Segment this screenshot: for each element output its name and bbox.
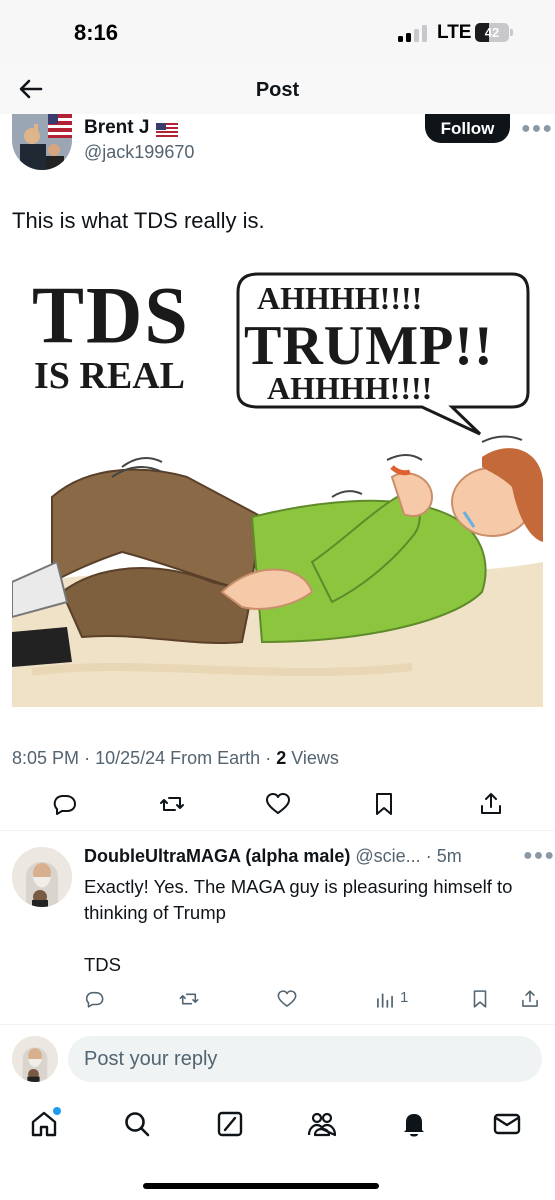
home-icon[interactable]	[28, 1107, 61, 1140]
like-icon[interactable]	[276, 987, 300, 1011]
reply-author-handle[interactable]: @scie...	[355, 846, 420, 866]
reply-views-count: 1	[400, 989, 409, 1006]
tweet-action-bar	[0, 782, 555, 828]
battery-level: 42	[484, 25, 500, 40]
more-icon[interactable]: ●●●	[521, 120, 553, 138]
tweet-time: 8:05 PM	[12, 748, 80, 768]
author-name-text: Brent J	[84, 117, 150, 138]
us-flag-icon	[156, 121, 179, 137]
author-handle[interactable]: @jack199670	[84, 142, 194, 163]
reply-author-name[interactable]: DoubleUltraMAGA (alpha male)	[84, 846, 350, 866]
retweet-icon[interactable]	[158, 790, 186, 818]
more-icon[interactable]: ●●●	[523, 847, 555, 865]
reply-time[interactable]: 5m	[437, 846, 462, 866]
reply-icon[interactable]	[83, 987, 107, 1011]
tweet-source: From Earth	[170, 748, 261, 768]
meta-separator: ·	[84, 748, 96, 768]
battery-icon: 42	[475, 23, 509, 42]
views-count[interactable]: 2	[276, 748, 286, 768]
meta-separator: ·	[265, 748, 277, 768]
views-label: Views	[291, 748, 339, 768]
signal-icon	[398, 24, 432, 42]
meme-bubble-line3: AHHHH!!!!	[267, 370, 433, 406]
reply-avatar[interactable]	[12, 847, 72, 907]
battery-cap	[510, 29, 513, 36]
author-avatar[interactable]	[12, 114, 72, 170]
reply-input[interactable]	[68, 1036, 542, 1082]
status-time: 8:16	[74, 20, 119, 45]
share-icon[interactable]	[477, 790, 505, 818]
views-icon[interactable]	[374, 987, 398, 1011]
page-title: Post	[255, 79, 300, 101]
network-label: LTE	[437, 22, 472, 43]
bookmark-icon[interactable]	[370, 790, 398, 818]
post-header: Post	[0, 62, 555, 114]
grok-icon[interactable]	[214, 1108, 246, 1140]
notification-dot	[53, 1107, 61, 1115]
follow-button[interactable]: Follow	[425, 114, 510, 143]
divider	[0, 1024, 555, 1025]
reply-separator: ·	[425, 846, 437, 866]
meme-bubble-line2: TRUMP!!	[244, 315, 494, 377]
search-icon[interactable]	[121, 1108, 153, 1140]
tweet-date: 10/25/24	[95, 748, 166, 768]
meme-tds-text: TDS	[32, 268, 190, 361]
compose-avatar[interactable]	[12, 1036, 58, 1082]
divider	[0, 830, 555, 831]
reply-action-bar: 1	[0, 984, 555, 1014]
reply-header: DoubleUltraMAGA (alpha male) @scie... · …	[84, 846, 514, 867]
messages-icon[interactable]	[491, 1108, 523, 1140]
like-icon[interactable]	[264, 790, 292, 818]
bookmark-icon[interactable]	[469, 987, 493, 1011]
tweet-text: This is what TDS really is.	[12, 208, 265, 233]
notifications-icon[interactable]	[398, 1108, 430, 1140]
share-icon[interactable]	[519, 987, 543, 1011]
status-bar: 8:16 LTE 42	[0, 0, 555, 62]
reply-text: Exactly! Yes. The MAGA guy is pleasuring…	[84, 876, 513, 975]
meme-bubble-line1: AHHHH!!!!	[257, 280, 423, 316]
communities-icon[interactable]	[306, 1108, 338, 1140]
retweet-icon[interactable]	[178, 987, 202, 1011]
author-name[interactable]: Brent J	[84, 117, 179, 139]
home-indicator	[143, 1183, 379, 1189]
meme-isreal-text: IS REAL	[34, 355, 185, 397]
reply-icon[interactable]	[50, 790, 78, 818]
tweet-image[interactable]: TDS IS REAL AHHHH!!!! TRUMP!! AHHHH!!!!	[12, 262, 543, 707]
tweet-meta: 8:05 PM · 10/25/24 From Earth · 2 Views	[12, 748, 339, 769]
